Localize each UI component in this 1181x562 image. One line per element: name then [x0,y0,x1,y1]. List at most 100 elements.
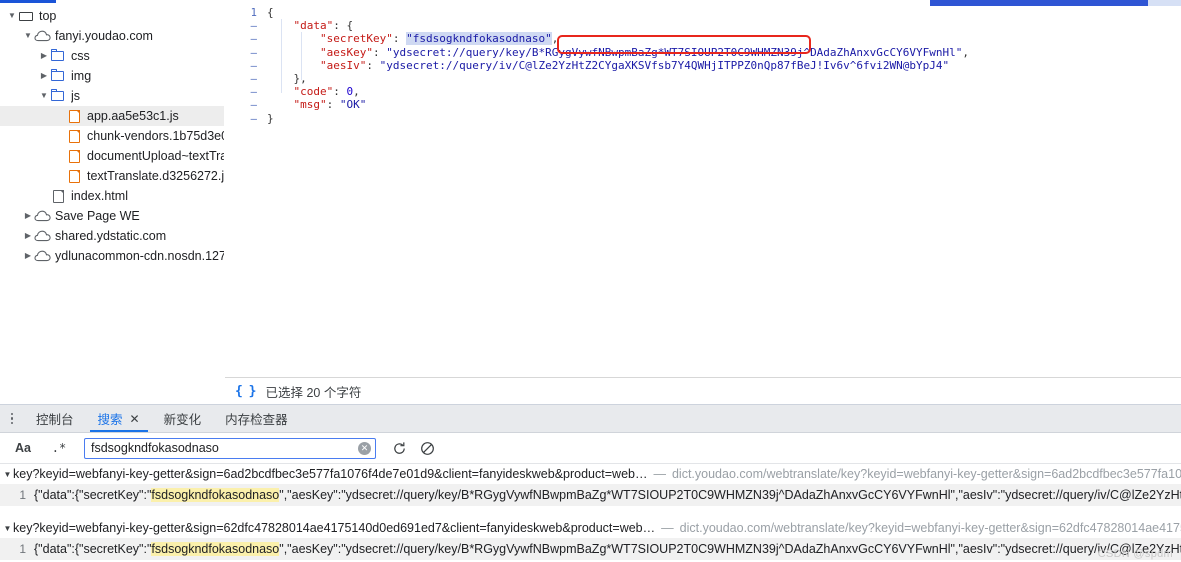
json-key: "aesKey" [319,45,373,59]
search-results-list[interactable]: ▼ key?keyid=webfanyi-key-getter&sign=6ad2… [0,464,1181,562]
code-line: – "code": 0, [225,85,969,98]
json-string-value[interactable]: "OK" [340,98,367,111]
chevron-right-icon[interactable]: ▶ [38,66,50,86]
tree-item-texttranslate-d3256272-js[interactable]: ▶textTranslate.d3256272.js [0,166,224,186]
code-token: { [267,6,274,19]
folder-icon [50,66,68,86]
search-input-wrapper[interactable]: ✕ [84,437,376,459]
match-prefix: {"data":{"secretKey":" [34,542,152,556]
code-line: – "aesKey": "ydsecret://query/key/B*RGyg… [225,46,969,59]
tree-item-fanyi-youdao-com[interactable]: ▼ fanyi.youdao.com [0,26,224,46]
tree-item-chunk-vendors-1b75d3e0-js[interactable]: ▶chunk-vendors.1b75d3e0.js [0,126,224,146]
tree-item-ydlunacommon-cdn-nosdn-127[interactable]: ▶ ydlunacommon-cdn.nosdn.127. [0,246,224,266]
chevron-right-icon[interactable]: ▶ [22,206,34,226]
folder-icon [50,46,68,66]
match-highlight: fsdsogkndfokasodnaso [151,542,280,556]
chevron-down-icon[interactable]: ▼ [2,470,13,479]
chevron-down-icon[interactable]: ▼ [38,86,50,106]
drawer-tab-label: 控制台 [36,413,74,427]
folder-icon [50,86,68,106]
search-match-row[interactable]: 1 {"data":{"secretKey":"fsdsogkndfokasodn… [0,484,1181,506]
kebab-menu-icon[interactable] [0,405,24,432]
tree-item-label: documentUpload~textTrans [87,149,224,163]
line-number: – [250,33,257,46]
tree-item-documentupload-texttrans[interactable]: ▶documentUpload~textTrans [0,146,224,166]
json-string-value[interactable]: "ydsecret://query/key/B*RGygVywfNBwpmBaZ… [386,46,962,59]
tree-item-js[interactable]: ▼ js [0,86,224,106]
search-match-row[interactable]: 1 {"data":{"secretKey":"fsdsogkndfokasodn… [0,538,1181,560]
json-code[interactable]: 1{ – "data": { – "secretKey": "fsdsogkndfo… [225,6,969,125]
drawer-tab-label: 搜索 [97,413,123,427]
result-spacer [0,506,1181,518]
match-line-number: 1 [19,542,26,556]
tree-item-app-aa5e53c1-js[interactable]: ▶app.aa5e53c1.js [0,106,224,126]
js-file-icon [66,146,84,166]
search-result-url: dict.youdao.com/webtranslate/key?keyid=w… [679,521,1181,535]
code-punct: : { [333,19,354,33]
match-suffix: ","aesKey":"ydsecret://query/key/B*RGygV… [279,542,1181,556]
refresh-icon[interactable] [386,437,412,459]
tree-item-index-html[interactable]: ▶index.html [0,186,224,206]
tree-item-shared-ydstatic-com[interactable]: ▶ shared.ydstatic.com [0,226,224,246]
tree-item-top[interactable]: ▼ top [0,6,224,26]
json-key: "data" [293,19,334,33]
clear-all-icon[interactable] [414,437,440,459]
cloud-icon [34,26,52,46]
page-navigator-sidebar[interactable]: ▼top▼fanyi.youdao.com▶css▶img▼js▶app.aa5… [0,6,224,404]
search-result-header[interactable]: ▼ key?keyid=webfanyi-key-getter&sign=62df… [0,518,1181,538]
line-number: – [250,99,257,112]
devtools-window: ▼top▼fanyi.youdao.com▶css▶img▼js▶app.aa5… [0,0,1181,562]
chevron-right-icon[interactable]: ▶ [22,246,34,266]
match-content: {"data":{"secretKey":"fsdsogkndfokasodna… [34,488,1181,502]
cloud-icon [34,246,52,266]
tree-item-label: chunk-vendors.1b75d3e0.js [87,129,224,143]
tree-item-label: img [71,69,92,83]
drawer-tab-3[interactable]: 内存检查器 [213,405,300,432]
search-toolbar[interactable]: Aa .* ✕ [0,433,1181,464]
response-editor[interactable]: 1{ – "data": { – "secretKey": "fsdsogkndfo… [225,6,1181,377]
code-punct: : [366,58,380,72]
close-tab-icon[interactable]: ✕ [130,412,140,426]
line-number: – [250,46,257,59]
chevron-down-icon[interactable]: ▼ [22,26,34,46]
tree-item-css[interactable]: ▶ css [0,46,224,66]
tree-item-save-page-we[interactable]: ▶ Save Page WE [0,206,224,226]
tree-item-label: shared.ydstatic.com [55,229,167,243]
code-punct: : [333,85,347,99]
clear-search-icon[interactable]: ✕ [358,441,371,455]
cloud-icon [34,206,52,226]
separator-dash: — [653,467,666,481]
pretty-print-icon[interactable]: { } [235,384,257,399]
drawer-tab-1[interactable]: 搜索 ✕ [86,405,152,432]
search-input[interactable] [89,440,351,456]
tree-item-label: css [71,49,90,63]
code-line: –} [225,112,969,125]
tree-item-img[interactable]: ▶ img [0,66,224,86]
code-line: – }, [225,72,969,85]
code-punct: , [551,32,559,46]
tree-item-label: textTranslate.d3256272.js [87,169,224,183]
js-file-icon [66,166,84,186]
chevron-right-icon[interactable]: ▶ [22,226,34,246]
tree-item-label: Save Page WE [55,209,140,223]
json-string-value[interactable]: "fsdsogkndfokasodnaso" [406,32,552,46]
chevron-down-icon[interactable]: ▼ [6,6,18,26]
code-line: – "aesIv": "ydsecret://query/iv/C@lZe2Yz… [225,59,969,72]
chevron-right-icon[interactable]: ▶ [38,46,50,66]
search-result-header[interactable]: ▼ key?keyid=webfanyi-key-getter&sign=6ad2… [0,464,1181,484]
drawer-tab-bar[interactable]: 控制台 搜索 ✕ 新变化 内存检查器 [0,405,1181,433]
drawer-tab-0[interactable]: 控制台 [24,405,86,432]
drawer-tab-2[interactable]: 新变化 [152,405,214,432]
html-file-icon [50,186,68,206]
tree-item-label: index.html [71,189,128,203]
active-tab-underline [0,0,56,3]
json-key: "secretKey" [319,32,393,46]
drawer-tab-label: 新变化 [163,413,202,427]
match-prefix: {"data":{"secretKey":" [34,488,152,502]
match-case-button[interactable]: Aa [8,437,38,459]
regex-button[interactable]: .* [42,437,76,459]
chevron-down-icon[interactable]: ▼ [2,524,13,533]
json-string-value[interactable]: "ydsecret://query/iv/C@lZe2YzHtZ2CYgaXKS… [380,59,950,72]
code-punct: : [372,45,387,59]
code-line: 1{ [225,6,969,19]
